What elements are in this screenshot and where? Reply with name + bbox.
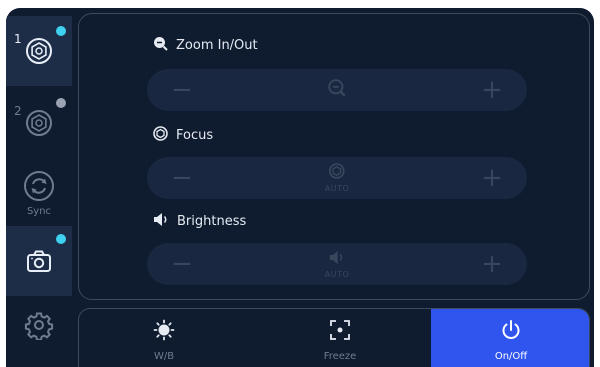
focus-stepper: − AUTO + bbox=[147, 157, 527, 199]
zoom-stepper: − + bbox=[147, 69, 527, 111]
sync-label: Sync bbox=[26, 206, 52, 217]
power-label: On/Off bbox=[494, 350, 528, 362]
focus-mode-label: AUTO bbox=[324, 184, 350, 193]
camera-lens-icon bbox=[24, 36, 54, 66]
zoom-title-label: Zoom In/Out bbox=[176, 38, 258, 53]
brightness-stepper: − AUTO + bbox=[147, 243, 527, 285]
freeze-label: Freeze bbox=[323, 350, 357, 362]
focus-title-label: Focus bbox=[176, 128, 214, 143]
sidebar-item-sync[interactable]: Sync bbox=[6, 158, 72, 228]
zoom-title: Zoom In/Out bbox=[153, 36, 258, 55]
zoom-icon bbox=[328, 79, 346, 101]
focus-indicator: AUTO bbox=[325, 157, 350, 199]
camera-icon bbox=[24, 246, 54, 276]
sidebar-item-settings[interactable] bbox=[6, 290, 72, 360]
freeze-button[interactable]: Freeze bbox=[249, 309, 431, 367]
camera-2-status-dot bbox=[56, 98, 66, 108]
device-screen: 1 2 Sync Zoom In/Out − + Focus − AUTO + … bbox=[6, 8, 594, 367]
sync-icon bbox=[22, 169, 56, 203]
bottom-bar: W/B Freeze On/Off bbox=[78, 308, 590, 367]
zoom-plus-button[interactable]: + bbox=[479, 77, 505, 103]
brightness-icon bbox=[153, 212, 177, 231]
sidebar-item-camera-2[interactable]: 2 bbox=[6, 88, 72, 158]
white-balance-button[interactable]: W/B bbox=[79, 309, 249, 367]
brightness-title: Brightness bbox=[153, 212, 246, 231]
zoom-minus-button[interactable]: − bbox=[169, 77, 195, 103]
brightness-icon bbox=[329, 250, 345, 269]
brightness-plus-button[interactable]: + bbox=[479, 251, 505, 277]
brightness-mode-label: AUTO bbox=[324, 269, 350, 279]
camera-1-status-dot bbox=[56, 26, 66, 36]
freeze-frame-icon bbox=[329, 319, 351, 345]
focus-icon bbox=[153, 126, 176, 145]
focus-title: Focus bbox=[153, 126, 213, 145]
focus-minus-button[interactable]: − bbox=[169, 165, 195, 191]
camera-settings-status-dot bbox=[56, 234, 66, 244]
brightness-minus-button[interactable]: − bbox=[169, 251, 195, 277]
brightness-title-label: Brightness bbox=[177, 214, 247, 229]
control-panel: Zoom In/Out − + Focus − AUTO + Brightnes… bbox=[78, 13, 590, 300]
focus-icon bbox=[329, 163, 345, 183]
sidebar-item-camera-settings[interactable] bbox=[6, 226, 72, 296]
white-balance-label: W/B bbox=[153, 350, 175, 362]
zoom-icon bbox=[153, 36, 176, 55]
focus-plus-button[interactable]: + bbox=[479, 165, 505, 191]
power-button[interactable]: On/Off bbox=[431, 309, 589, 367]
sidebar: 1 2 Sync bbox=[6, 8, 72, 367]
sun-icon bbox=[153, 319, 175, 345]
camera-1-number: 1 bbox=[14, 32, 22, 46]
power-icon bbox=[500, 319, 522, 345]
gear-icon bbox=[24, 310, 54, 340]
brightness-indicator: AUTO bbox=[325, 243, 350, 285]
sidebar-item-camera-1[interactable]: 1 bbox=[6, 16, 72, 86]
camera-lens-icon bbox=[24, 108, 54, 138]
camera-2-number: 2 bbox=[14, 104, 22, 118]
zoom-indicator bbox=[328, 69, 346, 111]
